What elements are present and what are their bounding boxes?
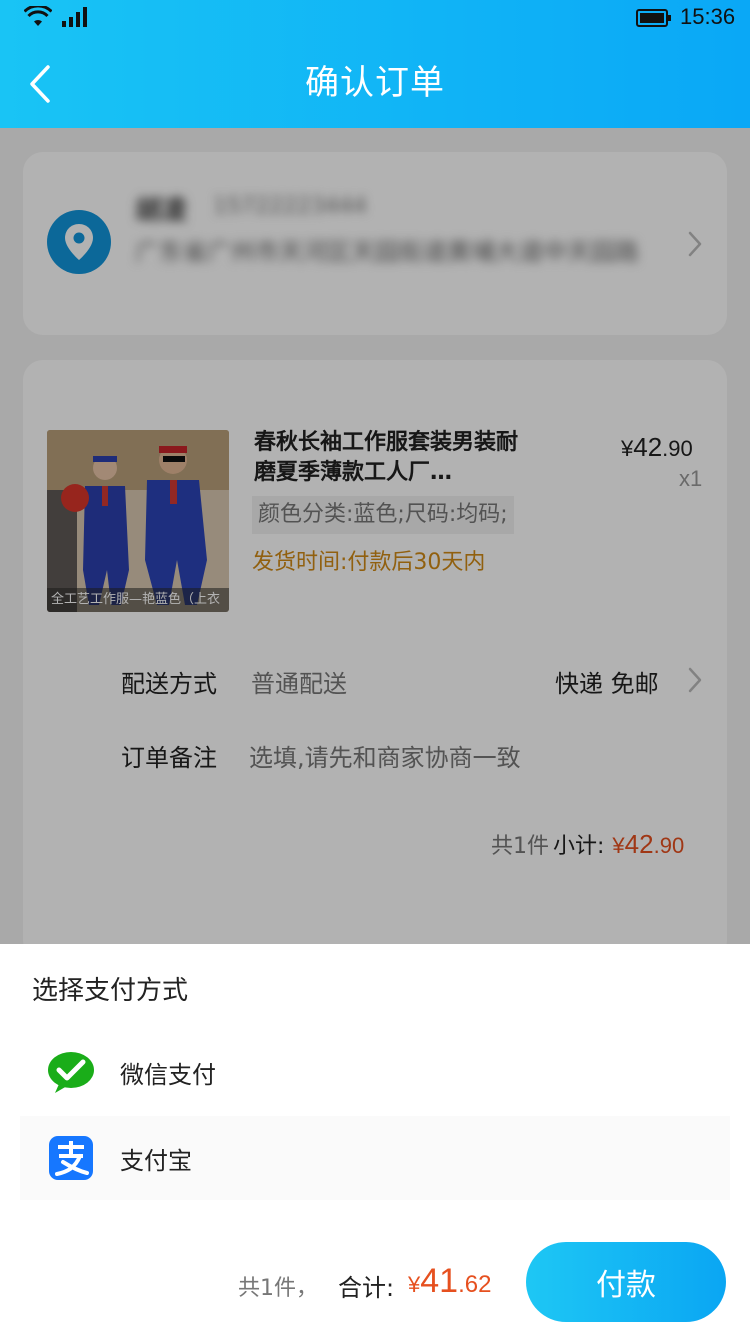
status-bar: 15:36 <box>0 0 750 36</box>
battery-icon <box>636 9 671 27</box>
footer-count: 共1件， <box>238 1276 318 1301</box>
payment-option-label: 支付宝 <box>120 1147 192 1175</box>
payment-sheet-title: 选择支付方式 <box>32 976 189 1006</box>
signal-icon <box>62 7 87 27</box>
payment-sheet: 选择支付方式 微信支付 支付宝 共1件， 合计: ¥41.62 付款 <box>0 944 750 1337</box>
alipay-icon <box>49 1136 93 1180</box>
footer-total-label: 合计: <box>338 1274 395 1302</box>
pay-button[interactable]: 付款 <box>526 1242 726 1322</box>
payment-option-alipay[interactable]: 支付宝 <box>20 1116 730 1200</box>
footer-total-amount: ¥41.62 <box>408 1262 491 1301</box>
total-symbol: ¥ <box>408 1272 421 1297</box>
wechat-pay-icon <box>48 1052 94 1093</box>
wifi-icon <box>24 6 52 26</box>
app-header: 15:36 确认订单 <box>0 0 750 128</box>
payment-option-label: 微信支付 <box>120 1061 216 1089</box>
modal-backdrop[interactable] <box>0 128 750 944</box>
total-decimal: .62 <box>458 1271 492 1298</box>
payment-option-wechat[interactable]: 微信支付 <box>20 1030 730 1114</box>
status-time: 15:36 <box>680 4 736 29</box>
total-integer: 41 <box>420 1262 459 1300</box>
page-title: 确认订单 <box>305 63 445 103</box>
